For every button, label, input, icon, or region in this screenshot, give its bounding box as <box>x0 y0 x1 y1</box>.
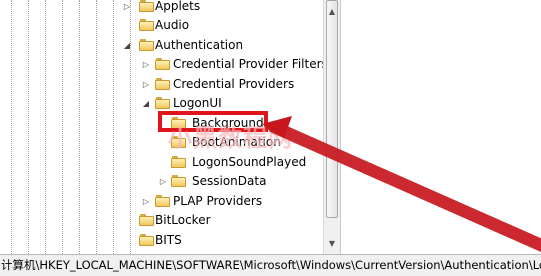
scroll-down-arrow-icon[interactable]: ▼ <box>326 237 338 251</box>
tree-node-label: Credential Providers <box>173 77 295 91</box>
tree-node-label: PLAP Providers <box>173 194 263 208</box>
folder-icon <box>139 214 154 227</box>
tree-node-logonsoundplayed[interactable]: LogonSoundPlayed <box>0 153 323 172</box>
tree-node-label: LogonSoundPlayed <box>192 155 307 169</box>
folder-body <box>171 158 186 168</box>
folder-icon <box>171 136 186 149</box>
folder-body <box>155 60 170 70</box>
folder-icon <box>155 58 170 71</box>
values-pane[interactable] <box>340 0 541 254</box>
tree-node-plap-providers[interactable]: ▷ PLAP Providers <box>0 192 323 211</box>
tree-node-bits[interactable]: BITS <box>0 231 323 250</box>
tree-scrollbar[interactable]: ▲ ▼ <box>323 0 340 254</box>
tree-node-bitlocker[interactable]: BitLocker <box>0 211 323 230</box>
folder-body <box>155 197 170 207</box>
folder-icon <box>171 175 186 188</box>
tree-node-authentication[interactable]: ◢ Authentication <box>0 36 323 55</box>
tree-node-label: Applets <box>155 0 201 13</box>
tree-node-sessiondata[interactable]: ▷ SessionData <box>0 172 323 191</box>
tree-node-applets[interactable]: ▷ Applets <box>0 0 323 16</box>
tree-node-label: Credential Provider Filters <box>173 57 323 71</box>
folder-body <box>139 41 154 51</box>
folder-icon <box>139 0 154 13</box>
tree-node-bootanimation[interactable]: BootAnimation <box>0 133 323 152</box>
tree-node-label: BITS <box>155 233 182 247</box>
registry-key-tree[interactable]: ▷ Applets Audio ◢ Authentication ▷ Credential … <box>0 0 323 254</box>
folder-icon <box>155 97 170 110</box>
scroll-up-arrow-icon[interactable]: ▲ <box>326 6 338 18</box>
tree-node-credential-providers[interactable]: ▷ Credential Providers <box>0 75 323 94</box>
folder-body <box>171 177 186 187</box>
expand-arrow-icon[interactable]: ▷ <box>141 75 151 94</box>
scrollbar-thumb[interactable] <box>326 0 338 218</box>
folder-body <box>139 236 154 246</box>
folder-icon <box>155 78 170 91</box>
expand-arrow-icon[interactable]: ▷ <box>158 172 168 191</box>
expand-arrow-icon[interactable]: ▷ <box>141 55 151 74</box>
tree-node-label: SessionData <box>192 174 267 188</box>
highlight-box <box>158 111 268 132</box>
tree-node-label: BootAnimation <box>192 135 281 149</box>
folder-icon <box>139 234 154 247</box>
folder-body <box>155 80 170 90</box>
collapse-arrow-icon[interactable]: ◢ <box>122 36 132 55</box>
folder-body <box>171 138 186 148</box>
tree-node-audio[interactable]: Audio <box>0 16 323 35</box>
collapse-arrow-icon[interactable]: ◢ <box>141 94 151 113</box>
folder-icon <box>139 19 154 32</box>
folder-icon <box>155 195 170 208</box>
folder-body <box>155 99 170 109</box>
tree-node-label: Authentication <box>155 38 244 52</box>
expand-arrow-icon[interactable]: ▷ <box>122 0 132 16</box>
folder-body <box>139 2 154 12</box>
folder-icon <box>139 39 154 52</box>
status-bar: 计算机\HKEY_LOCAL_MACHINE\SOFTWARE\Microsof… <box>0 254 541 276</box>
folder-icon <box>171 156 186 169</box>
folder-body <box>139 21 154 31</box>
status-bar-path: 计算机\HKEY_LOCAL_MACHINE\SOFTWARE\Microsof… <box>1 258 541 272</box>
tree-node-credential-provider-filters[interactable]: ▷ Credential Provider Filters <box>0 55 323 74</box>
tree-node-label: BitLocker <box>155 213 211 227</box>
expand-arrow-icon[interactable]: ▷ <box>141 192 151 211</box>
tree-node-label: Audio <box>155 18 190 32</box>
folder-body <box>139 216 154 226</box>
